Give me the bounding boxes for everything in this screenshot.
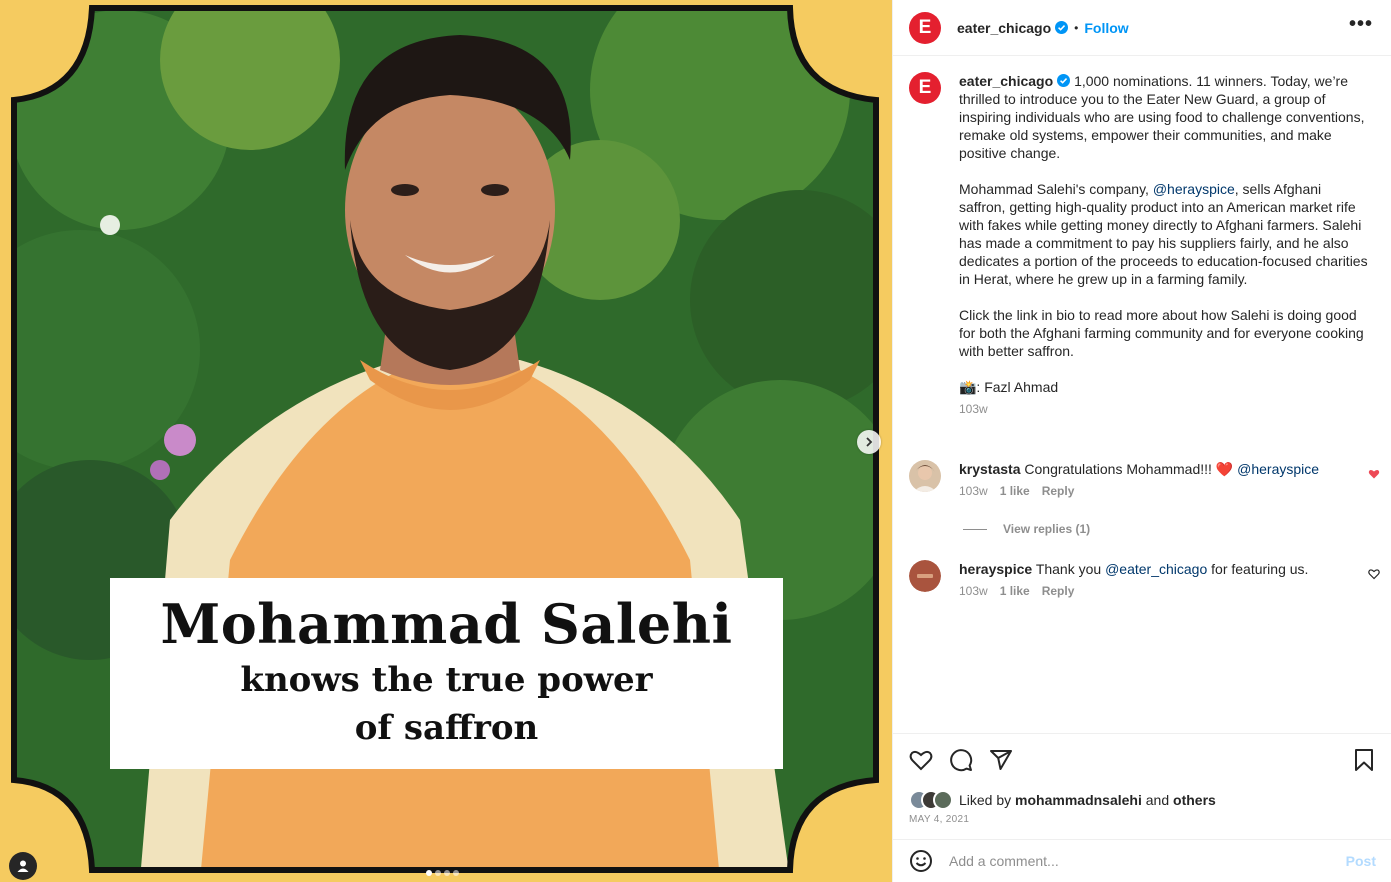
emoji-icon[interactable] <box>909 849 933 873</box>
liked-by-prefix: Liked by <box>959 792 1012 808</box>
liked-by: Liked by mohammadnsalehi and others <box>909 790 1216 810</box>
liked-heart-icon[interactable] <box>1368 468 1380 480</box>
follow-button[interactable]: Follow <box>1084 20 1128 36</box>
paper-plane-icon <box>990 750 1012 770</box>
heart-icon <box>909 750 933 771</box>
comment-button[interactable] <box>949 748 973 777</box>
caption-paragraph-3: Click the link in bio to read more about… <box>959 307 1368 359</box>
headline-subline-2: of saffron <box>354 708 539 748</box>
like-button[interactable] <box>909 748 933 777</box>
caption-age[interactable]: 103w <box>959 402 1368 416</box>
headline-subline-1: knows the true power <box>240 660 653 700</box>
heart-icon[interactable] <box>1368 568 1380 580</box>
comment-likes[interactable]: 1 like <box>1000 584 1030 598</box>
carousel-dot <box>453 870 459 876</box>
mention-link[interactable]: @eater_chicago <box>1105 561 1207 577</box>
comment-text: krystasta Congratulations Mohammad!!! ❤️… <box>959 460 1391 478</box>
liker-avatars[interactable] <box>909 790 953 810</box>
mention-link[interactable]: @herayspice <box>1237 461 1319 477</box>
commenter-avatar-image <box>909 460 941 492</box>
comments-section[interactable]: E eater_chicago 1,000 nominations. 11 wi… <box>893 56 1391 733</box>
more-options-icon[interactable]: ••• <box>1349 14 1373 34</box>
action-icons <box>909 748 1013 777</box>
carousel-indicator <box>426 870 459 876</box>
comment-body-end: for featuring us. <box>1207 561 1309 577</box>
comment-body: Thank you <box>1035 561 1106 577</box>
liked-by-and: and <box>1141 792 1174 808</box>
caption-paragraph-2-start: Mohammad Salehi's company, <box>959 181 1153 197</box>
author-username-text[interactable]: eater_chicago <box>957 20 1051 36</box>
post-header: E eater_chicago • Follow ••• <box>893 0 1391 56</box>
caption-username-text[interactable]: eater_chicago <box>959 73 1053 89</box>
caption: E eater_chicago 1,000 nominations. 11 wi… <box>893 56 1391 416</box>
comment-item: krystasta Congratulations Mohammad!!! ❤️… <box>893 460 1391 498</box>
caption-text: eater_chicago 1,000 nominations. 11 winn… <box>959 72 1368 396</box>
mention-link[interactable]: @herayspice <box>1153 181 1235 197</box>
commenter-avatar[interactable] <box>909 460 941 492</box>
comment-age[interactable]: 103w <box>959 484 988 498</box>
commenter-avatar[interactable] <box>909 560 941 592</box>
reply-button[interactable]: Reply <box>1042 584 1075 598</box>
headline-card: Mohammad Salehi knows the true power of … <box>110 578 783 769</box>
post-details-panel: E eater_chicago • Follow ••• E eater_chi… <box>892 0 1391 882</box>
comment-meta: 103w 1 like Reply <box>959 584 1391 598</box>
comment-body: Congratulations Mohammad!!! ❤️ <box>1024 461 1238 477</box>
share-button[interactable] <box>989 748 1013 777</box>
liker-avatar <box>933 790 953 810</box>
replies-line <box>963 528 987 530</box>
header-separator: • <box>1074 20 1079 35</box>
carousel-next-button[interactable] <box>857 430 881 454</box>
caption-username[interactable]: eater_chicago <box>959 73 1071 89</box>
comment-likes[interactable]: 1 like <box>1000 484 1030 498</box>
save-button[interactable] <box>1352 748 1376 777</box>
author-avatar[interactable]: E <box>909 11 941 44</box>
reply-button[interactable]: Reply <box>1042 484 1075 498</box>
post-date[interactable]: MAY 4, 2021 <box>909 814 969 825</box>
bookmark-icon <box>1355 749 1373 771</box>
comment-item: herayspice Thank you @eater_chicago for … <box>893 560 1391 598</box>
headline-name: Mohammad Salehi <box>160 592 733 656</box>
carousel-dot <box>426 870 432 876</box>
user-icon <box>17 860 29 872</box>
post-comment-button[interactable]: Post <box>1346 853 1376 869</box>
author-username[interactable]: eater_chicago <box>957 20 1069 36</box>
caption-avatar[interactable]: E <box>909 72 941 104</box>
carousel-dot <box>444 870 450 876</box>
comment-age[interactable]: 103w <box>959 584 988 598</box>
view-replies-label[interactable]: View replies (1) <box>1003 522 1090 536</box>
view-replies-button[interactable]: View replies (1) <box>963 522 1090 536</box>
comment-meta: 103w 1 like Reply <box>959 484 1391 498</box>
liked-by-others[interactable]: others <box>1173 792 1216 808</box>
chevron-right-icon <box>866 437 873 447</box>
post-actions: Liked by mohammadnsalehi and others MAY … <box>893 733 1391 839</box>
liked-by-user[interactable]: mohammadnsalehi <box>1015 792 1142 808</box>
verified-badge-icon <box>1055 20 1069 34</box>
comment-username[interactable]: herayspice <box>959 561 1032 577</box>
post-media[interactable]: Mohammad Salehi knows the true power of … <box>0 0 892 882</box>
verified-badge-icon <box>1057 74 1071 87</box>
photo-credit: 📸: Fazl Ahmad <box>959 379 1059 395</box>
add-comment-bar: Post <box>893 839 1391 882</box>
carousel-dot <box>435 870 441 876</box>
commenter-avatar-image <box>909 560 941 592</box>
comment-input[interactable] <box>949 853 1319 869</box>
tagged-users-button[interactable] <box>9 852 37 880</box>
comment-icon <box>950 749 973 772</box>
comment-text: herayspice Thank you @eater_chicago for … <box>959 560 1391 578</box>
comment-username[interactable]: krystasta <box>959 461 1021 477</box>
